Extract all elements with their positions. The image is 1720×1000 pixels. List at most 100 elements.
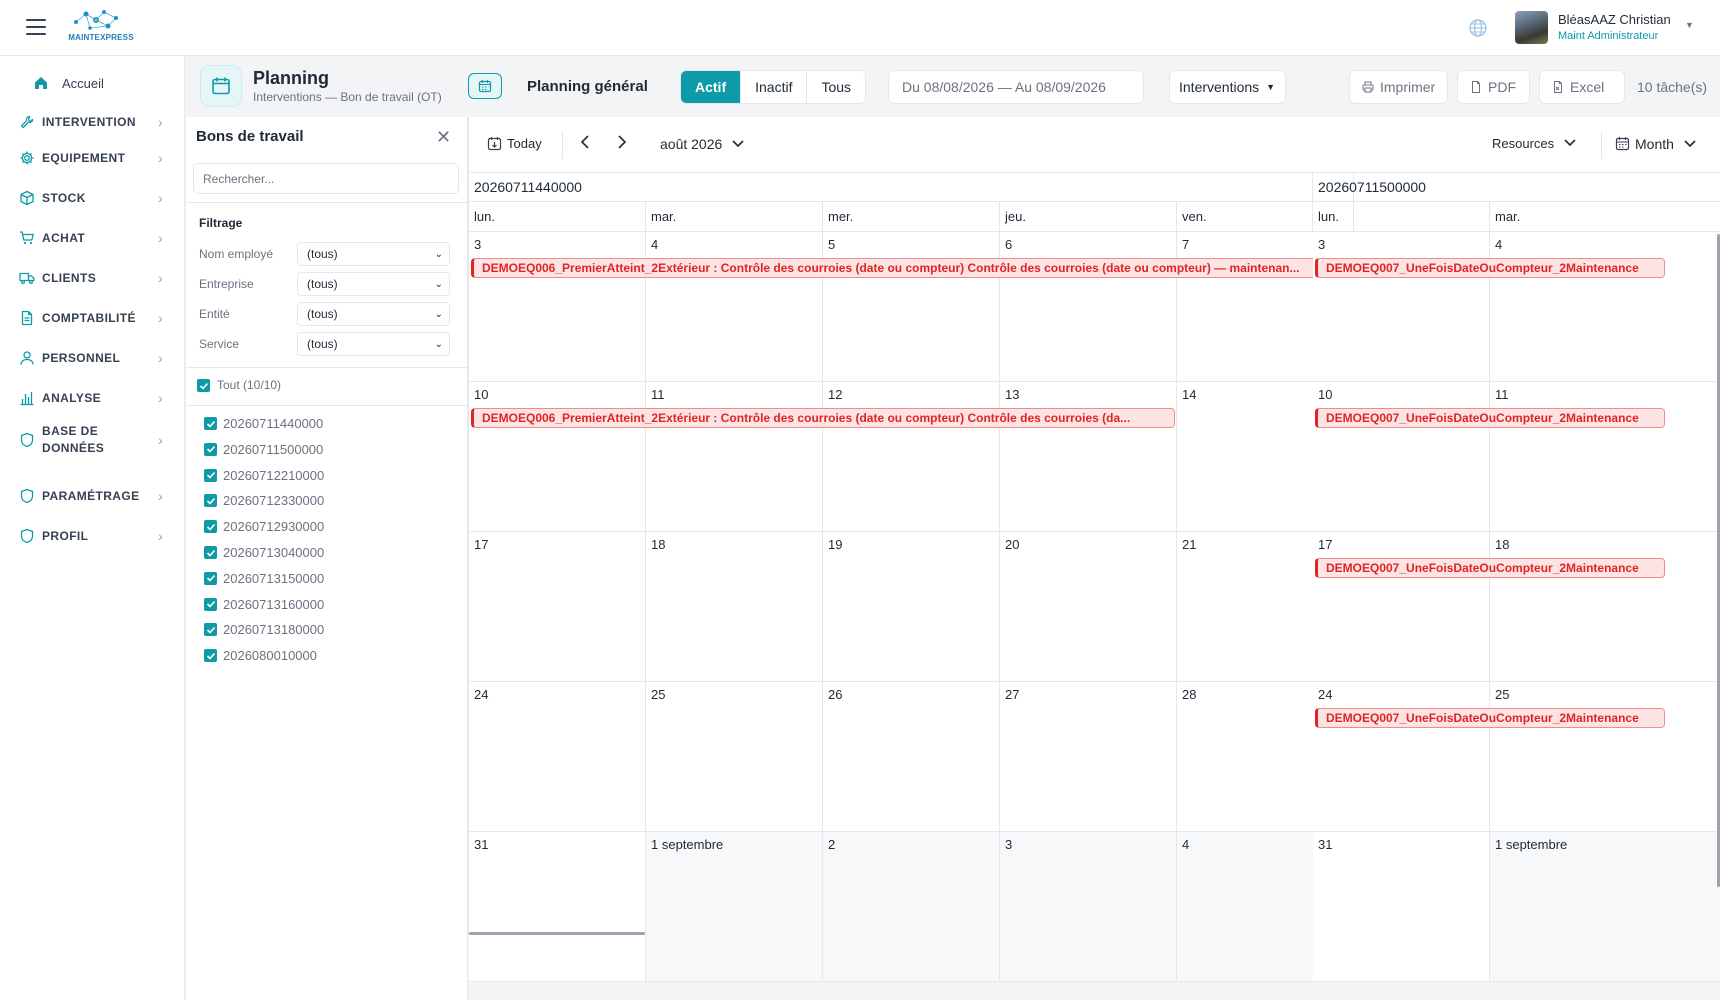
filter-select-service[interactable]: (tous) ⌄: [297, 332, 450, 356]
order-checkbox[interactable]: [204, 468, 217, 482]
close-icon[interactable]: ✕: [436, 127, 451, 148]
day-cell[interactable]: 27: [1000, 682, 1177, 832]
tab-actif[interactable]: Actif: [681, 71, 742, 103]
order-checkbox[interactable]: [204, 520, 217, 534]
sidebar-item-analyse[interactable]: ANALYSE ›: [0, 380, 185, 416]
divider: [186, 202, 468, 203]
search-input[interactable]: [193, 163, 459, 194]
chevron-down-icon: ⌄: [434, 339, 443, 350]
hamburger-menu-icon[interactable]: [26, 19, 46, 35]
order-checkbox[interactable]: [204, 494, 217, 508]
order-label[interactable]: 20260712210000: [223, 468, 324, 483]
filter-select-entite[interactable]: (tous) ⌄: [297, 302, 450, 326]
day-cell[interactable]: 10: [1313, 382, 1490, 532]
filter-select-entreprise[interactable]: (tous) ⌄: [297, 272, 450, 296]
app-logo[interactable]: MAINTEXPRESS: [64, 8, 138, 46]
day-cell[interactable]: 11: [1490, 382, 1720, 532]
order-checkbox[interactable]: [204, 571, 217, 585]
day-cell[interactable]: 24: [1313, 682, 1490, 832]
day-cell[interactable]: 3: [1000, 832, 1177, 982]
calendar-event[interactable]: DEMOEQ007_UneFoisDateOuCompteur_2Mainten…: [1315, 408, 1665, 428]
sidebar-item-achat[interactable]: ACHAT ›: [0, 220, 185, 256]
order-label[interactable]: 20260713150000: [223, 571, 324, 586]
day-cell[interactable]: 18: [646, 532, 823, 682]
pdf-button[interactable]: PDF: [1457, 70, 1530, 104]
horizontal-scrollbar[interactable]: [469, 932, 645, 935]
day-cell[interactable]: 19: [823, 532, 1000, 682]
sidebar-item-parametrage[interactable]: PARAMÉTRAGE ›: [0, 478, 185, 514]
order-label[interactable]: 20260713160000: [223, 597, 324, 612]
today-button[interactable]: Today: [487, 136, 542, 151]
day-cell[interactable]: 1 septembre: [646, 832, 823, 982]
order-checkbox[interactable]: [204, 546, 217, 559]
day-cell[interactable]: 12: [823, 382, 1000, 532]
day-cell[interactable]: 2: [823, 832, 1000, 982]
order-checkbox[interactable]: [204, 417, 217, 430]
day-cell[interactable]: 31: [1313, 832, 1490, 982]
user-name[interactable]: BléasAAZ Christian: [1558, 12, 1671, 27]
user-menu-caret-icon[interactable]: ▼: [1685, 20, 1694, 30]
day-cell[interactable]: 24: [469, 682, 646, 832]
day-cell[interactable]: 3: [1313, 232, 1490, 382]
spreadsheet-icon: [1554, 81, 1562, 93]
day-cell[interactable]: 11: [646, 382, 823, 532]
sidebar-item-clients[interactable]: CLIENTS ›: [0, 260, 185, 296]
order-label[interactable]: 2026080010000: [223, 648, 317, 663]
day-cell[interactable]: 4: [646, 232, 823, 382]
day-cell[interactable]: 17: [1313, 532, 1490, 682]
order-label[interactable]: 20260713180000: [223, 622, 324, 637]
day-cell[interactable]: 10: [469, 382, 646, 532]
resources-dropdown[interactable]: Resources: [1492, 136, 1577, 151]
filter-select-employe[interactable]: (tous) ⌄: [297, 242, 450, 266]
sidebar-item-equipement[interactable]: EQUIPEMENT ›: [0, 140, 185, 176]
select-all-checkbox[interactable]: [197, 379, 210, 392]
order-checkbox[interactable]: [204, 623, 217, 637]
calendar-event[interactable]: DEMOEQ007_UneFoisDateOuCompteur_2Mainten…: [1315, 558, 1665, 578]
next-month-icon[interactable]: [615, 133, 627, 156]
sidebar-item-personnel[interactable]: PERSONNEL ›: [0, 340, 185, 376]
order-label[interactable]: 20260713040000: [223, 545, 324, 560]
day-cell[interactable]: 20: [1000, 532, 1177, 682]
order-label[interactable]: 20260712930000: [223, 519, 324, 534]
prev-month-icon[interactable]: [580, 133, 592, 156]
sidebar-item-home[interactable]: Accueil: [0, 65, 185, 101]
day-cell[interactable]: 5: [823, 232, 1000, 382]
avatar[interactable]: [1515, 11, 1548, 44]
day-cell[interactable]: 26: [823, 682, 1000, 832]
day-cell[interactable]: 1 septembre: [1490, 832, 1720, 982]
order-label[interactable]: 20260712330000: [223, 493, 324, 508]
day-cell[interactable]: 17: [469, 532, 646, 682]
day-cell[interactable]: 6: [1000, 232, 1177, 382]
day-cell[interactable]: 13: [1000, 382, 1177, 532]
day-cell[interactable]: 18: [1490, 532, 1720, 682]
order-label[interactable]: 20260711440000: [223, 416, 323, 431]
sidebar-item-base-de-donnees[interactable]: BASE DE DONNÉES ›: [0, 418, 185, 462]
sidebar-item-comptabilite[interactable]: COMPTABILITÉ ›: [0, 300, 185, 336]
order-checkbox[interactable]: [204, 649, 217, 663]
order-checkbox[interactable]: [204, 442, 217, 456]
calendar-event[interactable]: DEMOEQ006_PremierAtteint_2Extérieur : Co…: [471, 258, 1352, 278]
month-picker[interactable]: août 2026: [660, 136, 745, 152]
day-cell[interactable]: 25: [1490, 682, 1720, 832]
calendar-event[interactable]: DEMOEQ007_UneFoisDateOuCompteur_2Mainten…: [1315, 258, 1665, 278]
day-cell[interactable]: 4: [1490, 232, 1720, 382]
day-cell[interactable]: 25: [646, 682, 823, 832]
tab-tous[interactable]: Tous: [807, 71, 865, 103]
sidebar-item-stock[interactable]: STOCK ›: [0, 180, 185, 216]
print-button[interactable]: Imprimer: [1349, 70, 1448, 104]
sidebar-item-intervention[interactable]: INTERVENTION ›: [0, 104, 185, 140]
calendar-event[interactable]: DEMOEQ006_PremierAtteint_2Extérieur : Co…: [471, 408, 1175, 428]
tab-inactif[interactable]: Inactif: [741, 71, 808, 103]
order-checkbox[interactable]: [204, 597, 217, 611]
type-select[interactable]: Interventions ▼: [1169, 70, 1286, 104]
day-cell[interactable]: 3: [469, 232, 646, 382]
excel-button[interactable]: Excel: [1539, 70, 1625, 104]
sidebar-item-profil[interactable]: PROFIL ›: [0, 518, 185, 554]
order-label[interactable]: 20260711500000: [223, 442, 323, 457]
view-dropdown[interactable]: Month: [1615, 136, 1697, 152]
day-cell[interactable]: 31: [469, 832, 646, 982]
globe-icon[interactable]: [1468, 18, 1488, 38]
date-range-picker[interactable]: Du 08/08/2026 — Au 08/09/2026: [888, 70, 1144, 104]
calendar-event[interactable]: DEMOEQ007_UneFoisDateOuCompteur_2Mainten…: [1315, 708, 1665, 728]
calendar-view-toggle[interactable]: [468, 73, 502, 99]
